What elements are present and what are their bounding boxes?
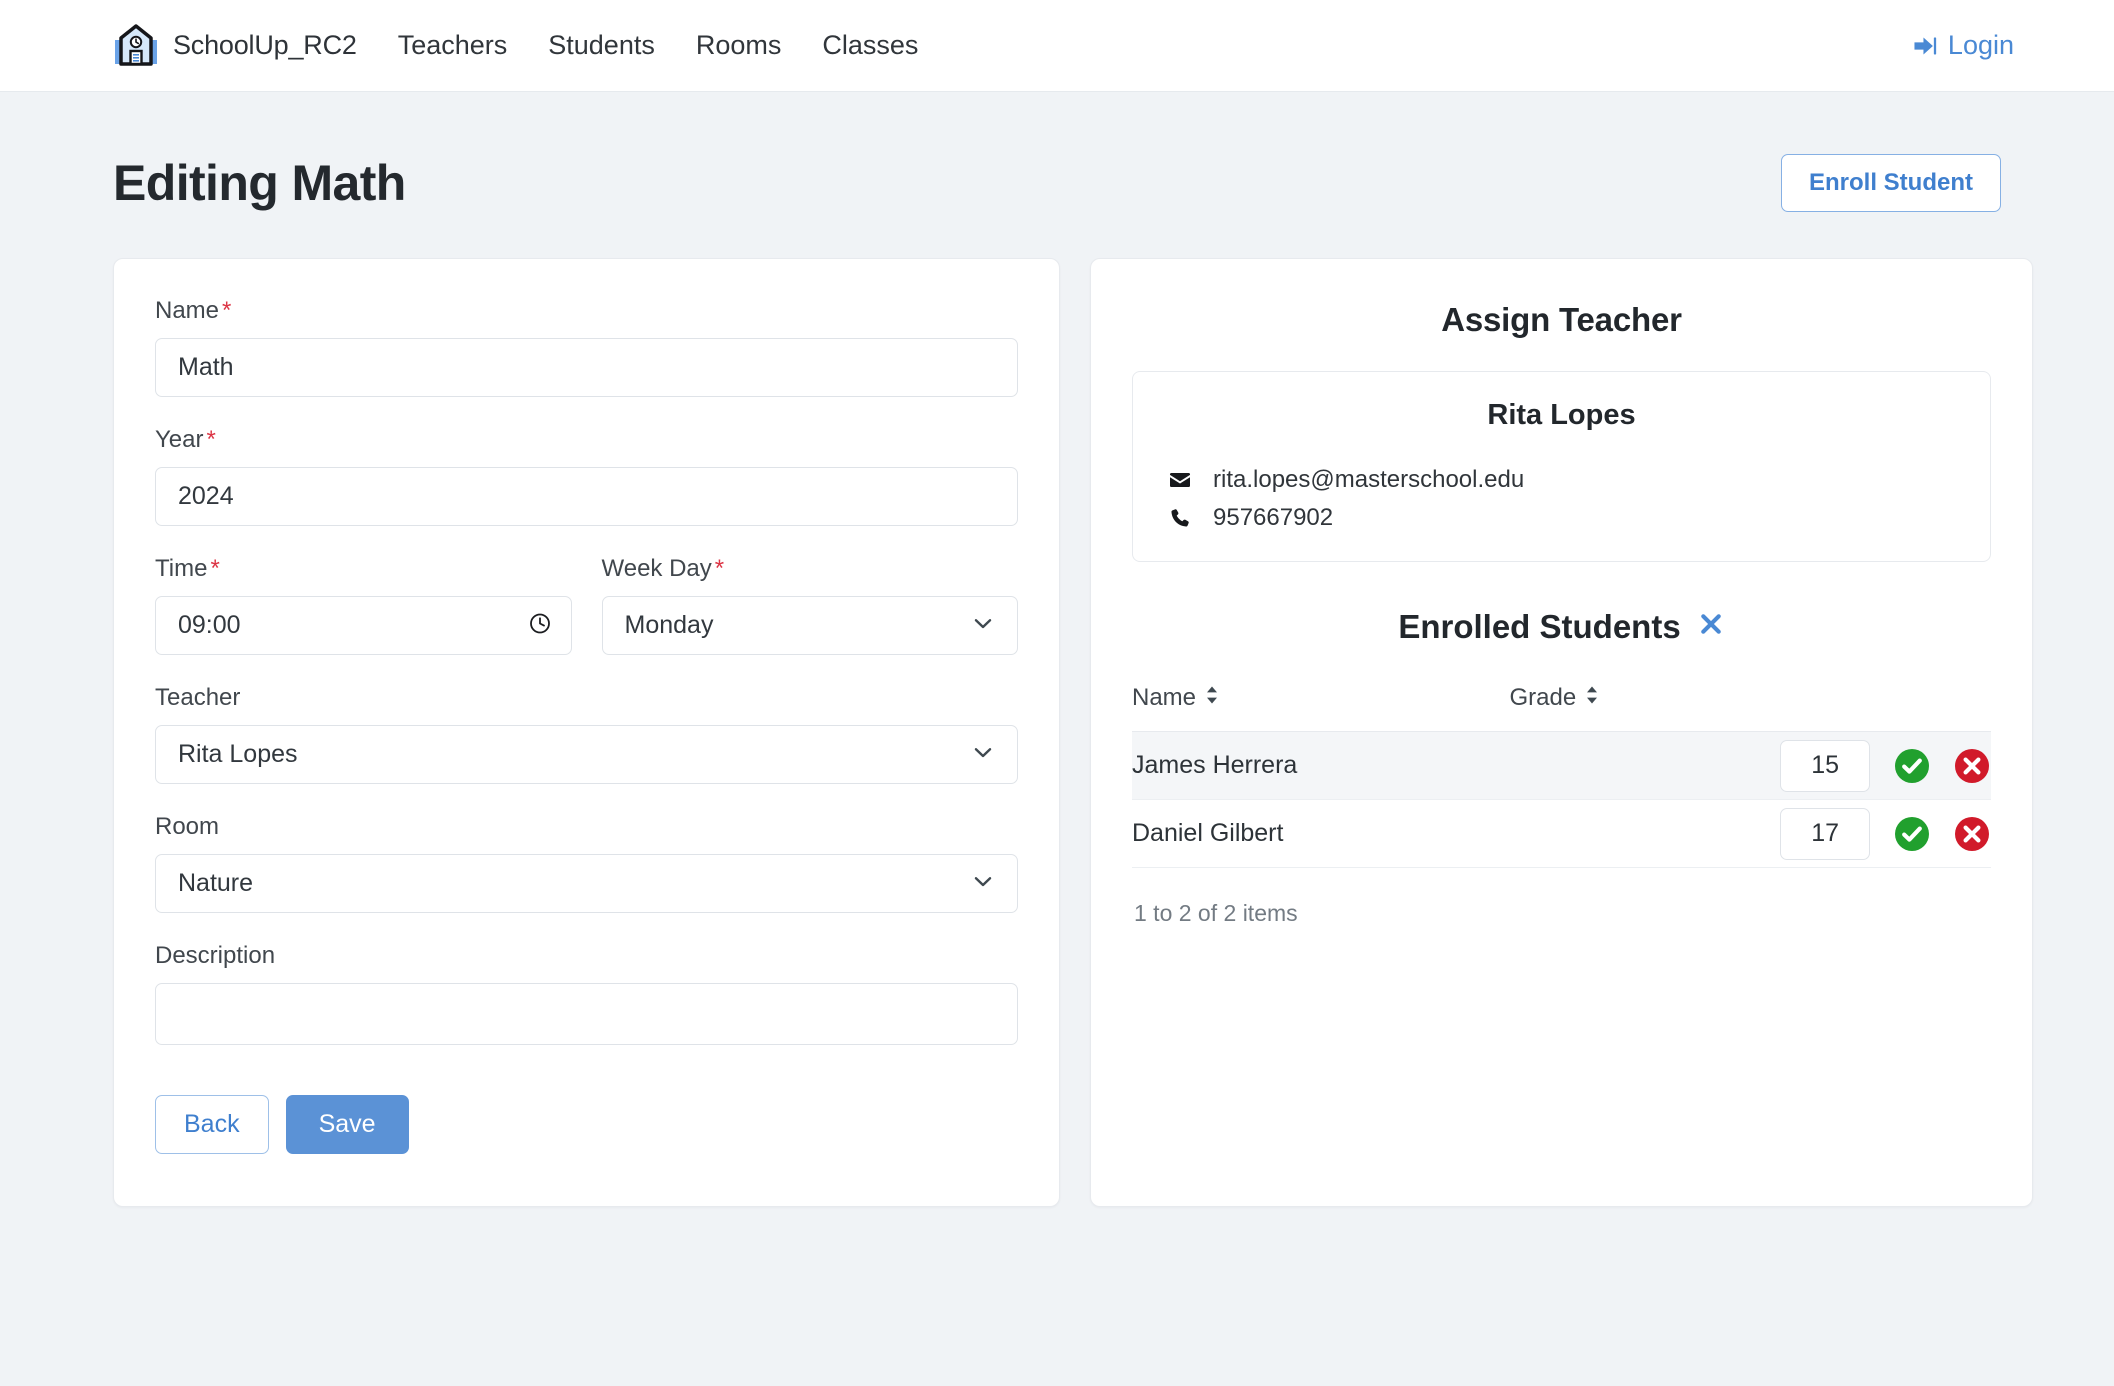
required-marker: *: [206, 426, 216, 453]
sort-updown-icon: [1585, 684, 1599, 712]
room-label: Room: [155, 813, 220, 840]
nav-item-classes[interactable]: Classes: [822, 30, 918, 61]
enrolled-students-title: Enrolled Students: [1132, 608, 1991, 646]
teacher-name: Rita Lopes: [1487, 399, 1636, 431]
nav-item-rooms[interactable]: Rooms: [696, 30, 782, 61]
field-name: Name *: [155, 299, 1018, 397]
room-select[interactable]: [155, 854, 1018, 913]
school-building-clock-icon: [113, 23, 159, 69]
grade-input[interactable]: [1780, 807, 1871, 860]
field-time: Time *: [155, 557, 572, 655]
name-input[interactable]: [155, 338, 1018, 397]
teacher-label: Teacher: [155, 684, 241, 711]
brand[interactable]: SchoolUp_RC2: [113, 23, 357, 69]
main-content: Name* Year* Time*: [0, 258, 2114, 1207]
description-label: Description: [155, 942, 276, 969]
column-header-grade[interactable]: Grade: [1509, 684, 1991, 732]
description-input[interactable]: [155, 983, 1018, 1045]
enrolled-students-title-text: Enrolled Students: [1398, 608, 1681, 645]
class-form-card: Name* Year* Time*: [113, 258, 1060, 1207]
check-circle-icon: [1893, 748, 1931, 788]
table-body: James Herrera 15 Daniel Gilbert 17: [1132, 731, 1991, 868]
field-teacher: Teacher: [155, 686, 1018, 784]
field-week-day: Week Day *: [601, 557, 1019, 655]
time-input[interactable]: [155, 596, 572, 655]
column-header-grade-label: Grade: [1509, 684, 1577, 711]
column-header-name-label: Name: [1132, 684, 1197, 711]
sort-updown-icon: [1205, 684, 1219, 712]
back-button[interactable]: Back: [155, 1095, 269, 1154]
student-name: James Herrera: [1132, 751, 1298, 779]
student-name: Daniel Gilbert: [1132, 819, 1284, 847]
phone-icon: [1167, 507, 1193, 529]
table-header-row: Name Grade: [1132, 684, 1991, 732]
week-day-label-text: Week Day: [601, 555, 712, 582]
time-weekday-row: Time* Week Day*: [155, 557, 1018, 686]
page-title: Editing Math: [113, 155, 406, 211]
brand-name: SchoolUp_RC2: [173, 30, 357, 60]
envelope-icon: [1167, 468, 1193, 492]
confirm-grade-button[interactable]: [1893, 747, 1931, 785]
check-circle-icon: [1893, 816, 1931, 856]
remove-student-button[interactable]: [1953, 815, 1991, 853]
time-label: Time *: [155, 557, 572, 581]
teacher-select[interactable]: [155, 725, 1018, 784]
login-link[interactable]: Login: [1911, 30, 2014, 61]
pagination-summary: 1 to 2 of 2 items: [1134, 900, 1298, 926]
remove-student-button[interactable]: [1953, 747, 1991, 785]
nav-item-teachers[interactable]: Teachers: [398, 30, 508, 61]
table-head: Name Grade: [1132, 684, 1991, 732]
nav-item-students[interactable]: Students: [548, 30, 655, 61]
teacher-phone: 957667902: [1213, 504, 1334, 531]
field-room: Room: [155, 815, 1018, 913]
year-input[interactable]: [155, 467, 1018, 526]
field-year: Year *: [155, 428, 1018, 526]
sign-in-icon: [1911, 33, 1937, 59]
confirm-grade-button[interactable]: [1893, 815, 1931, 853]
year-label: Year *: [155, 428, 1018, 452]
login-label: Login: [1947, 30, 2014, 60]
required-marker: *: [714, 555, 725, 582]
top-navbar: SchoolUp_RC2 Teachers Students Rooms Cla…: [0, 0, 2114, 92]
main-nav: Teachers Students Rooms Classes: [398, 30, 919, 61]
close-x-icon[interactable]: [1697, 608, 1725, 646]
name-label: Name *: [155, 299, 1018, 323]
enrolled-students-table: Name Grade James Herrera 15 Daniel Gilbe…: [1132, 684, 1991, 868]
required-marker: *: [222, 297, 232, 324]
table-row: James Herrera: [1132, 731, 1991, 800]
required-marker: *: [210, 555, 220, 582]
teacher-email-row: rita.lopes@masterschool.edu: [1167, 466, 1956, 494]
name-label-text: Name: [155, 297, 220, 324]
page-header: Editing Math Enroll Student: [0, 146, 2114, 220]
enroll-student-button[interactable]: Enroll Student: [1781, 154, 2001, 212]
times-circle-icon: [1953, 748, 1991, 788]
field-description: Description: [155, 944, 1018, 1050]
week-day-label: Week Day *: [602, 557, 1019, 581]
student-actions: [1509, 732, 1991, 800]
form-actions: Back Save: [155, 1095, 1018, 1154]
time-label-text: Time: [155, 555, 208, 582]
teacher-info-card: Rita Lopes rita.lopes@masterschool.edu 9…: [1132, 371, 1991, 562]
teacher-email: rita.lopes@masterschool.edu: [1213, 466, 1525, 493]
grade-input[interactable]: [1780, 739, 1871, 792]
assign-teacher-title: Assign Teacher: [1441, 301, 1682, 338]
assign-teacher-card: Assign Teacher Rita Lopes rita.lopes@mas…: [1090, 258, 2033, 1207]
table-row: Daniel Gilbert: [1132, 800, 1991, 868]
student-actions: [1509, 800, 1991, 868]
year-label-text: Year: [155, 426, 204, 453]
week-day-select[interactable]: [601, 596, 1018, 655]
teacher-phone-row: 957667902: [1167, 504, 1956, 532]
save-button[interactable]: Save: [285, 1095, 409, 1154]
times-circle-icon: [1953, 816, 1991, 856]
column-header-name[interactable]: Name: [1132, 684, 1510, 732]
